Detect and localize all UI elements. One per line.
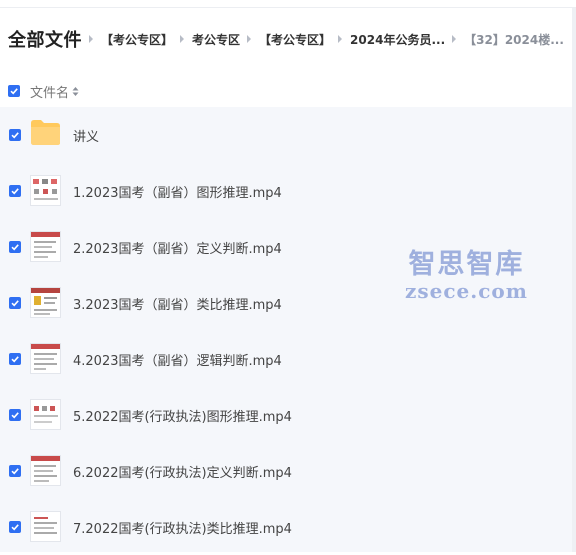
- chevron-right-icon: [180, 35, 185, 43]
- column-header-filename[interactable]: 文件名: [30, 82, 69, 101]
- row-checkbox[interactable]: [9, 465, 21, 477]
- video-thumbnail: [30, 511, 61, 542]
- file-name[interactable]: 3.2023国考（副省）类比推理.mp4: [73, 294, 282, 313]
- file-list: 讲义 1.2023国考（副省）图形推理.mp4 2.2023国考（副省）定义判断…: [0, 107, 572, 552]
- row-checkbox[interactable]: [9, 185, 21, 197]
- breadcrumb-item[interactable]: 【考公专区】: [259, 31, 331, 48]
- video-thumbnail: [30, 175, 61, 206]
- check-icon: [10, 88, 18, 95]
- video-thumbnail: [30, 343, 61, 374]
- breadcrumb-root[interactable]: 全部文件: [8, 26, 82, 52]
- watermark-url: zsece.com: [405, 279, 528, 303]
- breadcrumb-item[interactable]: 考公专区: [192, 31, 240, 48]
- file-row[interactable]: 6.2022国考(行政执法)定义判断.mp4: [0, 443, 572, 499]
- check-icon: [11, 244, 19, 251]
- file-list-header: 文件名: [8, 82, 79, 101]
- row-checkbox[interactable]: [9, 129, 21, 141]
- video-thumbnail: [30, 231, 61, 262]
- top-divider: [0, 7, 576, 8]
- scrollbar[interactable]: [572, 8, 576, 552]
- video-thumbnail: [30, 287, 61, 318]
- chevron-right-icon: [247, 35, 252, 43]
- breadcrumb-item-current: 【32】2024楼...: [464, 32, 564, 47]
- file-row[interactable]: 1.2023国考（副省）图形推理.mp4: [0, 163, 572, 219]
- chevron-right-icon: [89, 35, 93, 43]
- video-thumbnail: [30, 399, 61, 430]
- select-all-checkbox[interactable]: [8, 85, 20, 97]
- row-checkbox[interactable]: [9, 297, 21, 309]
- check-icon: [11, 524, 19, 531]
- watermark: 智思智库 zsece.com: [405, 249, 528, 303]
- file-name[interactable]: 5.2022国考(行政执法)图形推理.mp4: [73, 406, 292, 425]
- file-name[interactable]: 4.2023国考（副省）逻辑判断.mp4: [73, 350, 282, 369]
- video-thumbnail: [30, 455, 61, 486]
- file-row[interactable]: 7.2022国考(行政执法)类比推理.mp4: [0, 499, 572, 555]
- row-checkbox[interactable]: [9, 241, 21, 253]
- check-icon: [11, 468, 19, 475]
- file-name[interactable]: 1.2023国考（副省）图形推理.mp4: [73, 182, 282, 201]
- check-icon: [11, 356, 19, 363]
- file-name[interactable]: 2.2023国考（副省）定义判断.mp4: [73, 238, 282, 257]
- sort-icon[interactable]: [72, 82, 79, 101]
- file-row[interactable]: 讲义: [0, 107, 572, 163]
- row-checkbox[interactable]: [9, 353, 21, 365]
- chevron-right-icon: [338, 35, 343, 43]
- breadcrumb-item[interactable]: 2024年公务员...: [350, 31, 445, 48]
- check-icon: [11, 132, 19, 139]
- check-icon: [11, 300, 19, 307]
- chevron-right-icon: [452, 35, 457, 43]
- row-checkbox[interactable]: [9, 521, 21, 533]
- file-name[interactable]: 6.2022国考(行政执法)定义判断.mp4: [73, 462, 292, 481]
- breadcrumb-item[interactable]: 【考公专区】: [101, 31, 173, 48]
- row-checkbox[interactable]: [9, 409, 21, 421]
- watermark-title: 智思智库: [408, 249, 525, 280]
- check-icon: [11, 412, 19, 419]
- check-icon: [11, 188, 19, 195]
- file-name[interactable]: 7.2022国考(行政执法)类比推理.mp4: [73, 518, 292, 537]
- file-row[interactable]: 5.2022国考(行政执法)图形推理.mp4: [0, 387, 572, 443]
- folder-icon: [30, 119, 61, 146]
- file-row[interactable]: 4.2023国考（副省）逻辑判断.mp4: [0, 331, 572, 387]
- file-name[interactable]: 讲义: [73, 126, 99, 145]
- breadcrumb: 全部文件 【考公专区】 考公专区 【考公专区】 2024年公务员... 【32】…: [8, 26, 564, 52]
